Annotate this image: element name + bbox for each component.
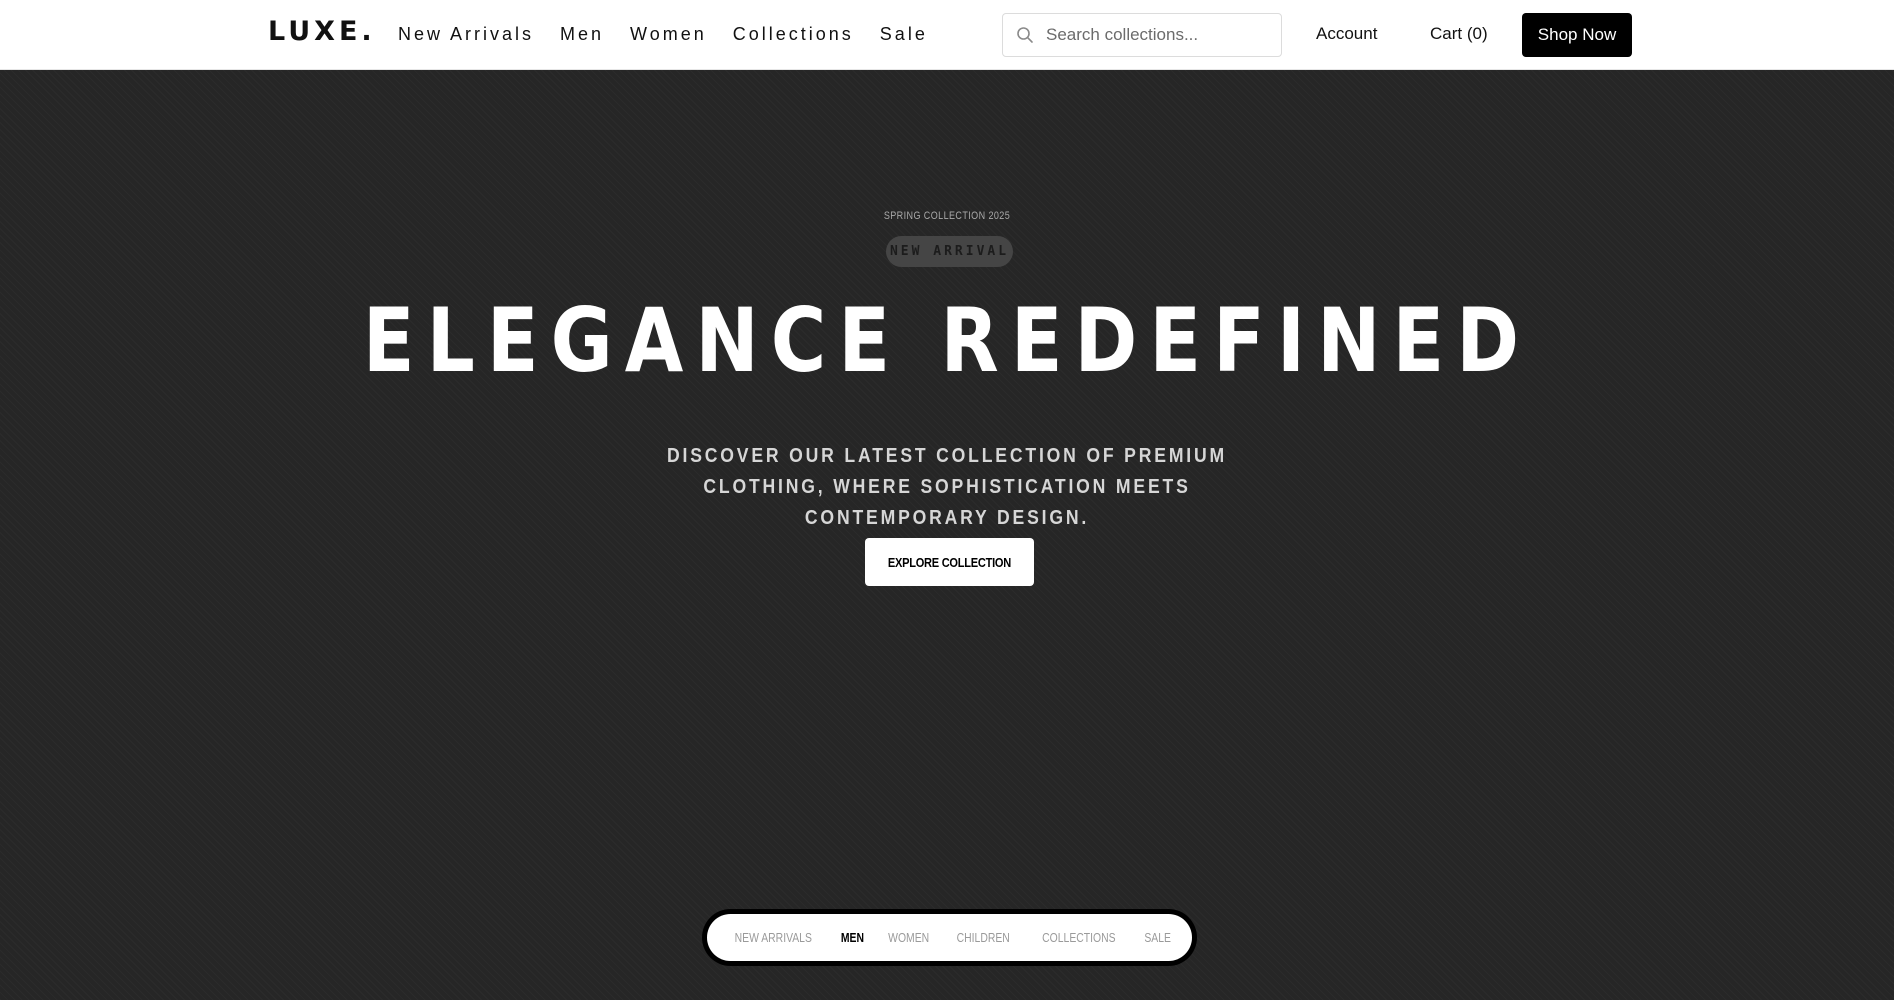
brand-logo[interactable]: LUXE.: [268, 16, 376, 47]
main-nav: New Arrivals Men Women Collections Sale: [398, 24, 954, 45]
search-icon: [1016, 26, 1034, 44]
explore-collection-label: EXPLORE COLLECTION: [887, 554, 1012, 570]
tab-men[interactable]: MEN: [841, 930, 864, 945]
top-navigation: LUXE. New Arrivals Men Women Collections…: [0, 0, 1894, 70]
hero-subtitle: DISCOVER OUR LATEST COLLECTION OF PREMIU…: [666, 445, 1228, 529]
search-input[interactable]: [1046, 25, 1266, 45]
cart-link[interactable]: Cart (0): [1430, 24, 1488, 44]
tab-collections[interactable]: COLLECTIONS: [1042, 930, 1115, 945]
search-box[interactable]: [1002, 13, 1282, 57]
explore-collection-button[interactable]: EXPLORE COLLECTION: [865, 538, 1034, 586]
hero-eyebrow: SPRING COLLECTION 2025: [883, 210, 1011, 222]
hero-title: ELEGANCE REDEFINED: [362, 289, 1532, 392]
shop-now-button[interactable]: Shop Now: [1522, 13, 1632, 57]
hero-section: SPRING COLLECTION 2025 NEW ARRIVAL ELEGA…: [0, 70, 1894, 1000]
nav-link-men[interactable]: Men: [560, 24, 604, 45]
account-link[interactable]: Account: [1316, 24, 1377, 44]
tab-sale[interactable]: SALE: [1144, 930, 1171, 945]
nav-link-new-arrivals[interactable]: New Arrivals: [398, 24, 534, 45]
tab-new-arrivals[interactable]: NEW ARRIVALS: [735, 930, 812, 945]
nav-link-women[interactable]: Women: [630, 24, 707, 45]
nav-link-sale[interactable]: Sale: [880, 24, 928, 45]
tab-women[interactable]: WOMEN: [888, 930, 929, 945]
tab-children[interactable]: CHILDREN: [957, 930, 1010, 945]
badge-label: NEW ARRIVAL: [889, 244, 1010, 259]
category-tab-list: NEW ARRIVALS MEN WOMEN CHILDREN COLLECTI…: [707, 914, 1192, 961]
category-tab-bar: NEW ARRIVALS MEN WOMEN CHILDREN COLLECTI…: [702, 909, 1197, 966]
nav-link-collections[interactable]: Collections: [733, 24, 854, 45]
new-arrival-badge: NEW ARRIVAL: [886, 236, 1013, 267]
